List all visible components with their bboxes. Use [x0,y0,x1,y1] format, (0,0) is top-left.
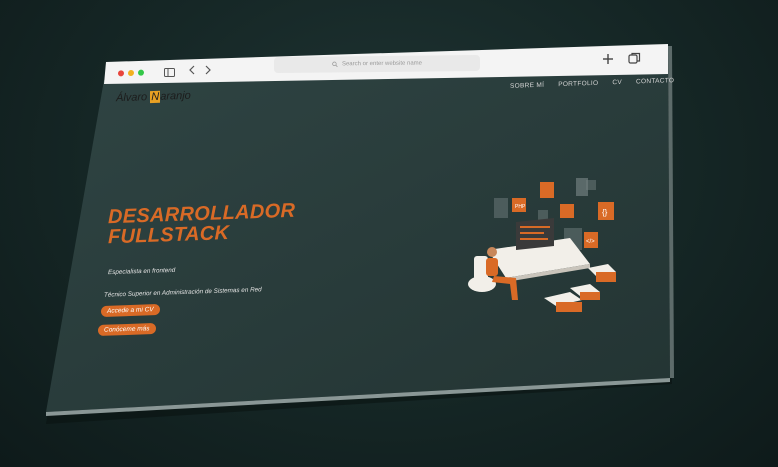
back-icon[interactable] [188,65,196,77]
new-tab-icon[interactable] [602,53,614,67]
address-bar[interactable]: Search or enter website name [274,54,480,74]
maximize-dot-icon[interactable] [138,69,144,76]
hero-title: DESARROLLADOR FULLSTACK [108,200,295,249]
about-button[interactable]: Conóceme más [98,322,156,337]
cv-button[interactable]: Accede a mi CV [101,303,160,318]
svg-text:</>: </> [586,239,595,245]
nav-sobre-mi[interactable]: SOBRE MÍ [510,82,544,90]
minimize-dot-icon[interactable] [128,69,134,77]
close-dot-icon[interactable] [118,70,124,77]
nav-portfolio[interactable]: PORTFOLIO [558,80,598,88]
forward-icon[interactable] [204,65,212,77]
search-icon [332,61,338,68]
developer-illustration: PHP {} </> [468,178,616,312]
logo-last-name: aranjo [160,89,191,103]
address-placeholder: Search or enter website name [341,60,423,68]
logo-first-name: Álvaro [116,91,151,105]
tabs-overview-icon[interactable] [628,52,641,67]
nav-contacto[interactable]: CONTACTO [636,77,674,85]
nav-cv[interactable]: CV [612,79,622,86]
sidebar-icon[interactable] [164,67,175,79]
window-controls [118,69,144,77]
svg-text:PHP: PHP [515,204,526,210]
logo-initial: N [150,90,161,104]
mockup-scene: Search or enter website name Álvaro Nara… [0,0,778,467]
svg-text:{}: {} [602,208,608,217]
